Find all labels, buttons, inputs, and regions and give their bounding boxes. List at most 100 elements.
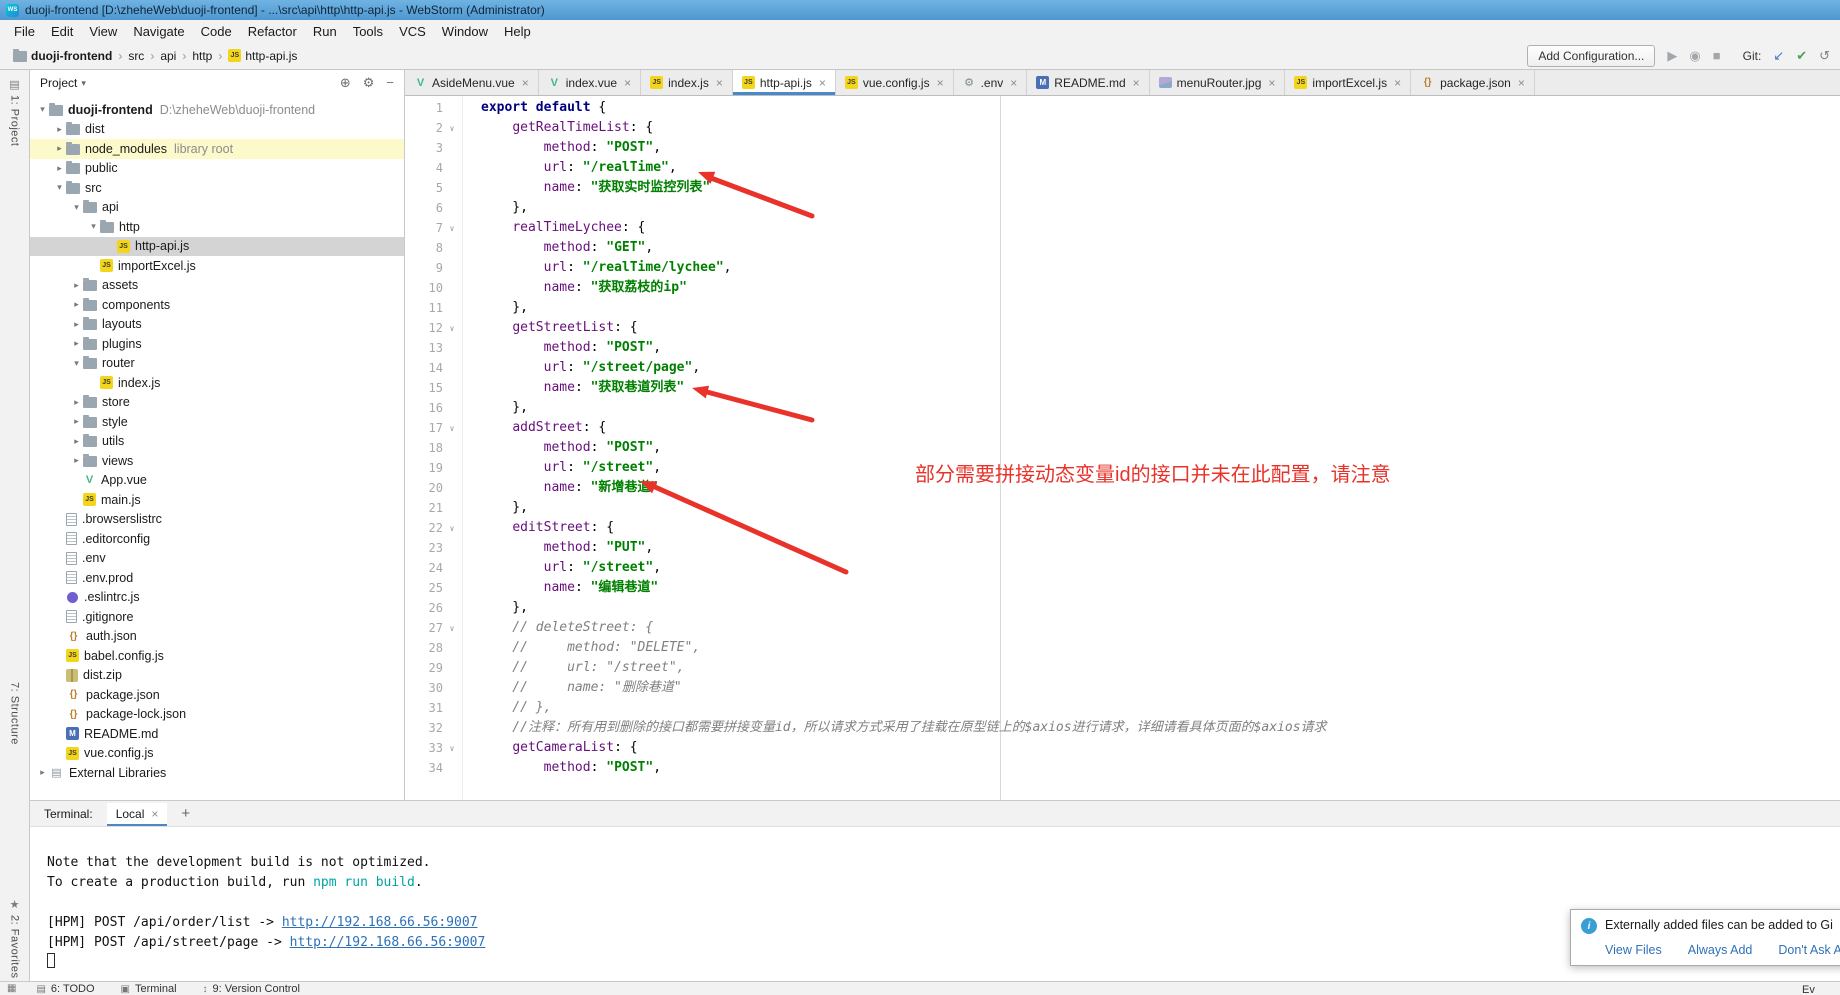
tab-index-js[interactable]: JSindex.js× [641,70,733,95]
menu-edit[interactable]: Edit [43,24,81,39]
fold-icon[interactable]: ∨ [443,744,461,753]
fold-icon[interactable]: ∨ [443,124,461,133]
run-icon[interactable]: ▶ [1667,48,1677,64]
tree-item-env[interactable]: .env [30,549,404,569]
event-log-label[interactable]: Ev [1802,984,1815,995]
commit-icon[interactable]: ✔ [1796,48,1807,64]
tree-item-package-json[interactable]: {}package.json [30,685,404,705]
tree-item-app-vue[interactable]: VApp.vue [30,471,404,491]
tree-item-babel-config-js[interactable]: JSbabel.config.js [30,646,404,666]
menu-tools[interactable]: Tools [345,24,391,39]
terminal-tab-local[interactable]: Local × [107,803,168,825]
tab-menurouter-jpg[interactable]: menuRouter.jpg× [1150,70,1286,95]
fold-icon[interactable]: ∨ [443,424,461,433]
tree-item-main-js[interactable]: JSmain.js [30,490,404,510]
tree-item-src[interactable]: ▾src [30,178,404,198]
tab-env[interactable]: ⚙.env× [954,70,1028,95]
tree-item-package-lock-json[interactable]: {}package-lock.json [30,705,404,725]
tree-item-api[interactable]: ▾api [30,198,404,218]
tree-item-dist[interactable]: ▸dist [30,120,404,140]
tree-item-readme-md[interactable]: MREADME.md [30,724,404,744]
breadcrumb-item-src[interactable]: src [125,47,147,65]
tree-item-router[interactable]: ▾router [30,354,404,374]
tree-item-vue-config-js[interactable]: JSvue.config.js [30,744,404,764]
fold-icon[interactable]: ∨ [443,324,461,333]
menu-file[interactable]: File [6,24,43,39]
close-tab-icon[interactable]: × [1518,76,1525,90]
code-area[interactable]: export default { getRealTimeList: { meth… [463,96,1840,800]
close-icon[interactable]: × [151,807,158,821]
tab-package-json[interactable]: {}package.json× [1411,70,1535,95]
fold-icon[interactable]: ∨ [443,524,461,533]
tree-item-auth-json[interactable]: {}auth.json [30,627,404,647]
notification-link-don-t-ask-agai[interactable]: Don't Ask Agai [1778,943,1840,957]
chevron-down-icon[interactable]: ▾ [81,78,86,89]
history-icon[interactable]: ↺ [1819,48,1830,64]
breadcrumb-item-duoji-frontend[interactable]: duoji-frontend [10,47,115,65]
notification-link-view-files[interactable]: View Files [1605,943,1662,957]
tab-importexcel-js[interactable]: JSimportExcel.js× [1285,70,1411,95]
tree-item-env-prod[interactable]: .env.prod [30,568,404,588]
terminal-output[interactable]: Note that the development build is not o… [30,827,1840,981]
tree-item-components[interactable]: ▸components [30,295,404,315]
tree-item-browserslistrc[interactable]: .browserslistrc [30,510,404,530]
status-6-todo[interactable]: ▤6: TODO [36,983,94,995]
status-9-version-control[interactable]: ↕9: Version Control [203,983,300,995]
close-tab-icon[interactable]: × [1394,76,1401,90]
tree-item-editorconfig[interactable]: .editorconfig [30,529,404,549]
tool-window-switcher-icon[interactable]: ▦ [7,983,16,994]
tab-readme-md[interactable]: MREADME.md× [1027,70,1149,95]
new-terminal-icon[interactable]: + [181,805,190,822]
tool-stripe-project[interactable]: ▤ 1: Project [0,78,29,146]
project-panel-title[interactable]: Project [40,76,77,90]
tree-item-style[interactable]: ▸style [30,412,404,432]
tool-stripe-structure[interactable]: 7: Structure [0,682,29,745]
settings-icon[interactable]: ⚙ [363,75,375,91]
tree-item-duoji-frontend[interactable]: ▾duoji-frontendD:\zheheWeb\duoji-fronten… [30,100,404,120]
close-tab-icon[interactable]: × [937,76,944,90]
terminal-link[interactable]: http://192.168.66.56:9007 [290,935,486,950]
update-project-icon[interactable]: ↙ [1773,48,1784,64]
tool-stripe-favorites[interactable]: ★ 2: Favorites [0,898,29,978]
tree-item-views[interactable]: ▸views [30,451,404,471]
tree-item-plugins[interactable]: ▸plugins [30,334,404,354]
tree-item-utils[interactable]: ▸utils [30,432,404,452]
hide-icon[interactable]: − [386,75,394,91]
fold-icon[interactable]: ∨ [443,624,461,633]
close-tab-icon[interactable]: × [716,76,723,90]
tree-item-http-api-js[interactable]: JShttp-api.js [30,237,404,257]
menu-view[interactable]: View [81,24,125,39]
close-tab-icon[interactable]: × [819,76,826,90]
close-tab-icon[interactable]: × [1010,76,1017,90]
tree-item-http[interactable]: ▾http [30,217,404,237]
locate-icon[interactable]: ⊕ [340,75,351,91]
menu-help[interactable]: Help [496,24,539,39]
debug-icon[interactable]: ◉ [1689,48,1700,64]
close-tab-icon[interactable]: × [522,76,529,90]
tab-asidemenu-vue[interactable]: VAsideMenu.vue× [405,70,539,95]
tab-vue-config-js[interactable]: JSvue.config.js× [836,70,954,95]
menu-refactor[interactable]: Refactor [240,24,305,39]
menu-vcs[interactable]: VCS [391,24,434,39]
tree-item-layouts[interactable]: ▸layouts [30,315,404,335]
tree-item-store[interactable]: ▸store [30,393,404,413]
tree-item-node-modules[interactable]: ▸node_moduleslibrary root [30,139,404,159]
tree-item-index-js[interactable]: JSindex.js [30,373,404,393]
close-tab-icon[interactable]: × [1133,76,1140,90]
tree-item-assets[interactable]: ▸assets [30,276,404,296]
fold-icon[interactable]: ∨ [443,224,461,233]
breadcrumb-item-api[interactable]: api [157,47,179,65]
breadcrumb-item-http-api-js[interactable]: JShttp-api.js [225,47,300,65]
tab-index-vue[interactable]: Vindex.vue× [539,70,641,95]
tab-http-api-js[interactable]: JShttp-api.js× [733,70,836,95]
tree-item-gitignore[interactable]: .gitignore [30,607,404,627]
menu-navigate[interactable]: Navigate [125,24,192,39]
notification-link-always-add[interactable]: Always Add [1688,943,1753,957]
tree-item-dist-zip[interactable]: dist.zip [30,666,404,686]
tree-item-public[interactable]: ▸public [30,159,404,179]
menu-code[interactable]: Code [193,24,240,39]
menu-window[interactable]: Window [434,24,496,39]
stop-icon[interactable]: ■ [1713,48,1721,63]
status-terminal[interactable]: ▣Terminal [121,983,177,995]
breadcrumb-item-http[interactable]: http [189,47,215,65]
